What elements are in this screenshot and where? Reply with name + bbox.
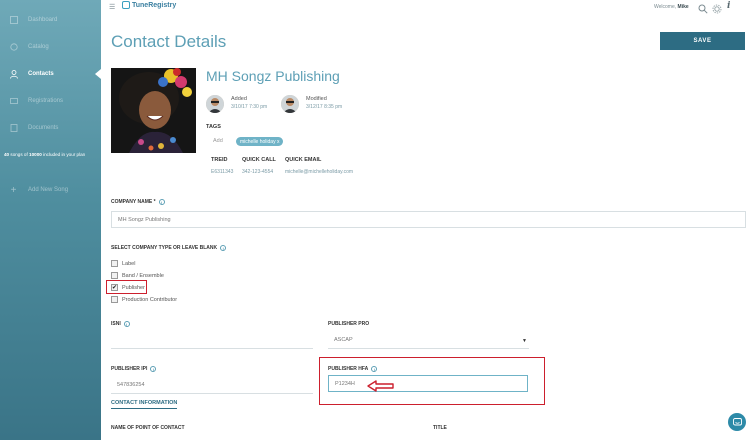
app-logo[interactable]: TuneRegistry: [122, 1, 176, 9]
sidebar-item-catalog[interactable]: Catalog: [0, 38, 101, 56]
save-button[interactable]: SAVE: [660, 32, 745, 50]
add-new-song-button[interactable]: + Add New Song: [0, 181, 101, 199]
contact-name: MH Songz Publishing: [206, 68, 340, 84]
quick-email-value[interactable]: michelle@michelleholiday.com: [285, 169, 353, 175]
info-icon[interactable]: i: [220, 245, 227, 251]
publisher-pro-label-text: PUBLISHER PRO: [328, 321, 370, 327]
publisher-ipi-label-text: PUBLISHER IPI: [111, 366, 148, 372]
sidebar-item-documents[interactable]: Documents: [0, 119, 101, 137]
quick-email-label: QUICK EMAIL: [285, 157, 322, 163]
arrow-left-icon: [367, 380, 394, 392]
checkbox-label: Label: [122, 260, 136, 267]
gear-icon[interactable]: [712, 1, 722, 14]
added-by-avatar: [206, 95, 224, 113]
welcome-text: Welcome, Mike: [654, 4, 689, 10]
company-name-label: COMPANY NAME * i: [111, 199, 165, 205]
catalog-icon: [9, 43, 18, 52]
sidebar-item-label: Catalog: [28, 44, 49, 50]
publisher-pro-label: PUBLISHER PRO: [328, 321, 369, 327]
company-type-production-option[interactable]: Production Contributor: [111, 295, 177, 304]
title-label: TITLE: [433, 425, 447, 431]
highlight-publisher-box: [106, 280, 147, 294]
sidebar-item-registrations[interactable]: Registrations: [0, 92, 101, 110]
info-icon[interactable]: i: [150, 366, 157, 372]
checkbox[interactable]: [111, 296, 118, 303]
company-name-input[interactable]: MH Songz Publishing: [111, 211, 746, 228]
user-icon: [9, 69, 18, 79]
checkbox-label: Band / Ensemble: [122, 272, 164, 279]
dashboard-icon: [9, 16, 18, 25]
tab-contact-information[interactable]: CONTACT INFORMATION: [111, 400, 178, 409]
tags-label: TAGS: [206, 124, 221, 130]
logo-mark-icon: [122, 1, 130, 9]
sidebar-item-label: Documents: [28, 125, 59, 131]
checkbox[interactable]: [111, 272, 118, 279]
isni-input[interactable]: [111, 332, 313, 349]
info-icon[interactable]: i: [727, 1, 737, 11]
sidebar-item-contacts[interactable]: Contacts: [0, 65, 101, 83]
app-name: TuneRegistry: [132, 1, 177, 9]
company-type-band-option[interactable]: Band / Ensemble: [111, 271, 164, 280]
added-label: Added: [231, 96, 247, 102]
tag-add-button[interactable]: Add: [213, 138, 223, 144]
chat-icon: [732, 417, 742, 425]
sidebar-item-label: Registrations: [28, 98, 64, 104]
plan-mid: songs of: [9, 152, 30, 157]
added-value: 3/10/17 7:30 pm: [231, 104, 268, 110]
company-type-label-option[interactable]: Label: [111, 259, 135, 268]
modified-by-avatar: [281, 95, 299, 113]
documents-icon: [9, 124, 18, 133]
info-icon[interactable]: i: [158, 199, 165, 205]
publisher-ipi-label: PUBLISHER IPI i: [111, 366, 157, 372]
tag-chip[interactable]: michelle holiday x: [236, 137, 284, 146]
info-icon[interactable]: i: [123, 321, 130, 327]
plus-icon: +: [10, 184, 17, 196]
welcome-prefix: Welcome,: [654, 4, 677, 10]
isni-label-text: ISNI: [111, 321, 121, 327]
menu-icon[interactable]: ☰: [109, 3, 115, 11]
contact-photo: [111, 68, 196, 153]
quick-call-label: QUICK CALL: [242, 157, 276, 163]
treid-label: TREID: [211, 157, 228, 163]
search-icon[interactable]: [698, 1, 708, 14]
page-title: Contact Details: [111, 32, 227, 51]
welcome-user: Mike: [677, 4, 689, 10]
plan-total: 10000: [29, 152, 42, 157]
modified-label: Modified: [306, 96, 327, 102]
checkbox[interactable]: [111, 260, 118, 267]
company-type-label: SELECT COMPANY TYPE OR LEAVE BLANK i: [111, 245, 227, 251]
checkbox-label: Production Contributor: [122, 296, 178, 303]
plan-suffix: included in your plan: [41, 152, 86, 157]
registrations-icon: [9, 97, 18, 106]
treid-value: E6311343: [211, 169, 234, 175]
highlight-hfa-box: [319, 357, 545, 405]
chevron-down-icon[interactable]: ▼: [522, 338, 527, 344]
sidebar: Dashboard Catalog Contacts Registrations…: [0, 0, 101, 440]
company-name-label-text: COMPANY NAME *: [111, 199, 156, 205]
sidebar-item-label: Dashboard: [28, 17, 58, 23]
plan-usage-note: 40 songs of 10000 included in your plan: [4, 152, 85, 157]
publisher-pro-select[interactable]: ASCAP: [328, 332, 529, 349]
add-new-song-label: Add New Song: [28, 187, 69, 193]
company-type-label-text: SELECT COMPANY TYPE OR LEAVE BLANK: [111, 245, 218, 251]
sidebar-item-dashboard[interactable]: Dashboard: [0, 11, 101, 29]
point-of-contact-label: NAME OF POINT OF CONTACT: [111, 425, 185, 431]
sidebar-item-label: Contacts: [28, 71, 54, 77]
quick-call-value[interactable]: 342-123-4554: [242, 169, 273, 175]
isni-label: ISNI i: [111, 321, 130, 327]
modified-value: 3/12/17 8:35 pm: [306, 104, 343, 110]
publisher-ipi-input[interactable]: 547836254: [111, 377, 313, 394]
chat-button[interactable]: [728, 413, 746, 431]
